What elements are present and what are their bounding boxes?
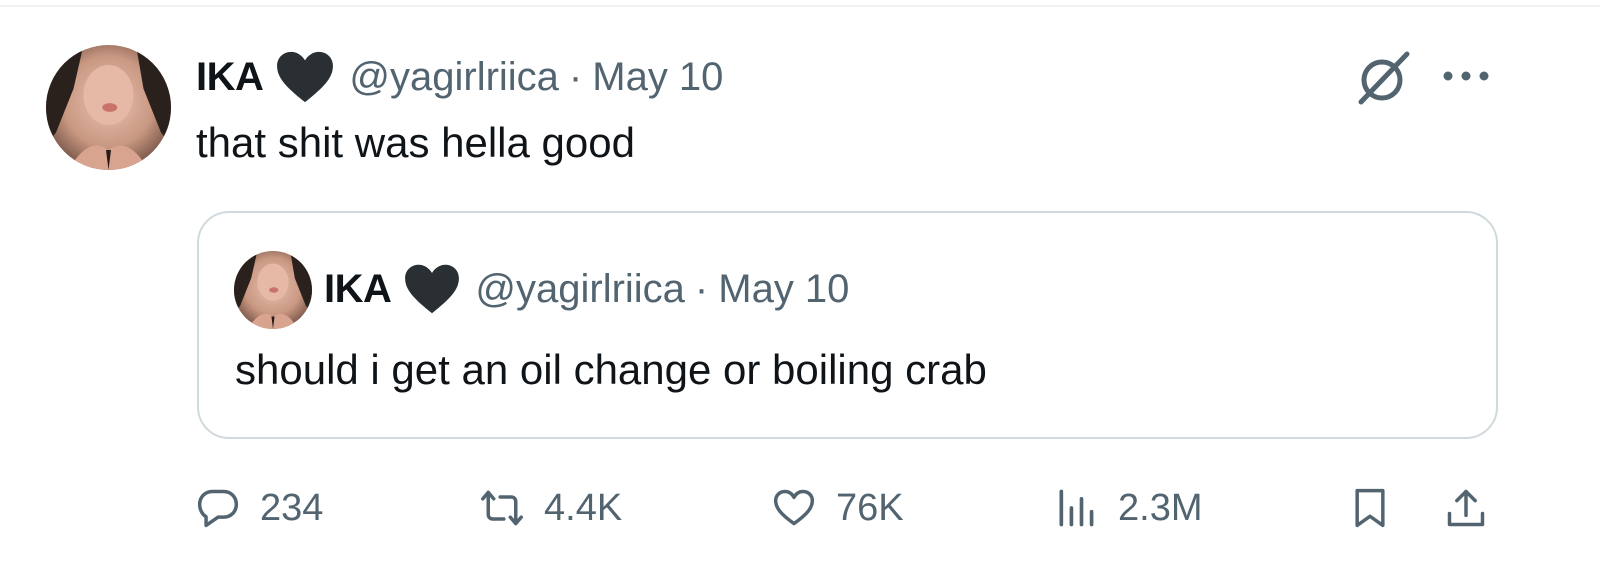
quoted-tweet-text: should i get an oil change or boiling cr… bbox=[235, 346, 987, 393]
repost-icon bbox=[480, 486, 524, 530]
reply-button[interactable]: 234 bbox=[196, 476, 323, 540]
black-heart-icon bbox=[275, 50, 335, 104]
repost-button[interactable]: 4.4K bbox=[480, 476, 622, 540]
tweet-header: IKA @yagirlriica · May 10 bbox=[196, 50, 723, 104]
quoted-tweet-header: IKA @yagirlriica · May 10 bbox=[324, 263, 849, 315]
tweet-text: that shit was hella good bbox=[196, 119, 635, 166]
like-heart-icon bbox=[772, 486, 816, 530]
quoted-username-handle[interactable]: @yagirlriica bbox=[475, 267, 685, 312]
views-button[interactable]: 2.3M bbox=[1054, 476, 1202, 540]
share-icon bbox=[1444, 486, 1488, 530]
separator-dot: · bbox=[568, 54, 583, 99]
bookmark-button[interactable] bbox=[1348, 476, 1392, 540]
username-handle[interactable]: @yagirlriica bbox=[349, 55, 559, 100]
like-button[interactable]: 76K bbox=[772, 476, 904, 540]
reply-icon bbox=[196, 486, 240, 530]
display-name[interactable]: IKA bbox=[196, 55, 264, 100]
tweet-card[interactable]: IKA @yagirlriica · May 10 that shit was … bbox=[0, 0, 1600, 585]
avatar[interactable] bbox=[46, 45, 171, 170]
share-button[interactable] bbox=[1444, 476, 1488, 540]
more-options-icon[interactable] bbox=[1440, 64, 1492, 88]
bookmark-icon bbox=[1348, 486, 1392, 530]
quoted-tweet[interactable]: IKA @yagirlriica · May 10 should i get a… bbox=[197, 211, 1498, 439]
like-count: 76K bbox=[836, 486, 904, 529]
quoted-display-name[interactable]: IKA bbox=[324, 267, 392, 312]
views-chart-icon bbox=[1054, 486, 1098, 530]
grok-icon[interactable] bbox=[1355, 50, 1413, 106]
quoted-avatar[interactable] bbox=[234, 251, 312, 329]
quoted-avatar-image bbox=[234, 251, 312, 329]
views-count: 2.3M bbox=[1118, 486, 1203, 529]
black-heart-icon bbox=[403, 263, 461, 315]
avatar-image bbox=[46, 45, 171, 170]
quoted-timestamp[interactable]: May 10 bbox=[718, 267, 849, 312]
reply-count: 234 bbox=[260, 486, 324, 529]
action-bar: 234 4.4K 76K 2.3M bbox=[196, 476, 1496, 540]
separator-dot: · bbox=[694, 266, 709, 311]
repost-count: 4.4K bbox=[544, 486, 623, 529]
divider bbox=[0, 5, 1600, 7]
timestamp[interactable]: May 10 bbox=[592, 55, 723, 100]
